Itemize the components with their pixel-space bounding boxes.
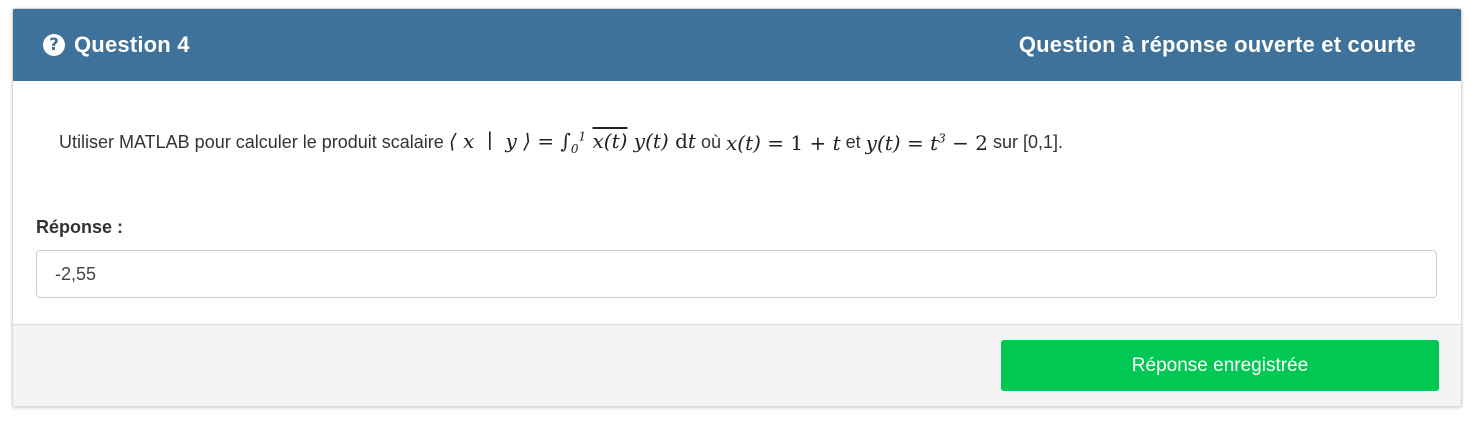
answer-label: Réponse :: [36, 217, 124, 237]
inner-product-formula: ⟨ x ∣ y ⟩ = ∫01 x(t) y(t) dt: [448, 129, 696, 156]
question-header: ? Question 4 Question à réponse ouverte …: [13, 9, 1461, 81]
connector-et-text: et: [845, 132, 861, 152]
x-definition-formula: x(t) = 1 + t: [725, 130, 841, 155]
question-card: ? Question 4 Question à réponse ouverte …: [12, 8, 1462, 407]
answer-input[interactable]: [36, 250, 1437, 298]
question-type-label: Question à réponse ouverte et courte: [1018, 32, 1416, 57]
question-intro-text: Utiliser MATLAB pour calculer le produit…: [59, 132, 444, 152]
connector-ou-text: où: [700, 132, 721, 152]
question-outro-text: sur [0,1].: [992, 132, 1064, 152]
answer-saved-button[interactable]: Réponse enregistrée: [1001, 340, 1439, 391]
question-header-left: ? Question 4: [43, 9, 190, 81]
question-circle-icon: ?: [43, 34, 65, 56]
question-footer: Réponse enregistrée: [13, 324, 1461, 406]
question-title: Question 4: [74, 32, 190, 57]
question-statement: Utiliser MATLAB pour calculer le produit…: [59, 129, 1063, 156]
y-definition-formula: y(t) = t3 − 2: [865, 130, 988, 155]
